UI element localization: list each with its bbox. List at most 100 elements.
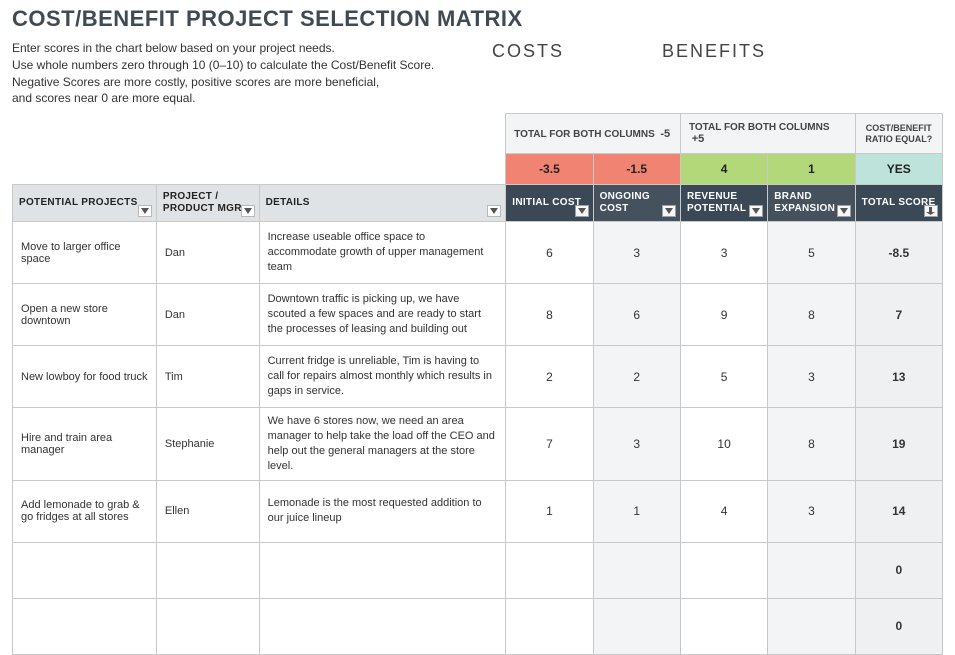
cell-brand-expansion[interactable]: 3 [768,346,855,408]
matrix-table: TOTAL FOR BOTH COLUMNS -5 TOTAL FOR BOTH… [12,113,943,654]
col-header-total-score[interactable]: TOTAL SCORE [855,185,942,222]
cell-details[interactable]: Downtown traffic is picking up, we have … [259,284,506,346]
cell-project[interactable]: Open a new store downtown [13,284,157,346]
costs-total-cell: TOTAL FOR BOTH COLUMNS -5 [506,114,681,154]
cell-brand-expansion[interactable] [768,542,855,598]
cell-details[interactable] [259,598,506,654]
benefits-total-label: TOTAL FOR BOTH COLUMNS [689,122,830,133]
cell-revenue-potential[interactable] [680,598,767,654]
avg-brand-expansion: 1 [768,154,855,185]
section-label-benefits: BENEFITS [662,41,832,62]
cell-ongoing-cost[interactable]: 3 [593,222,680,284]
col-header-project[interactable]: POTENTIAL PROJECTS [13,185,157,222]
col-header-project-label: POTENTIAL PROJECTS [19,197,138,208]
cell-details[interactable]: Lemonade is the most requested addition … [259,480,506,542]
filter-icon[interactable] [749,205,763,217]
cell-project[interactable]: Add lemonade to grab & go fridges at all… [13,480,157,542]
col-header-initial-cost-label: INITIAL COST [512,197,581,208]
cell-initial-cost[interactable]: 6 [506,222,593,284]
instructions-text: Enter scores in the chart below based on… [12,38,492,107]
table-row: Add lemonade to grab & go fridges at all… [13,480,943,542]
cell-details[interactable]: Increase useable office space to accommo… [259,222,506,284]
col-header-details-label: DETAILS [266,197,310,208]
cell-manager[interactable] [156,598,259,654]
benefits-total-value: +5 [692,133,705,145]
cell-project[interactable] [13,598,157,654]
cell-total-score[interactable]: 0 [855,598,942,654]
cell-total-score[interactable]: -8.5 [855,222,942,284]
cell-details[interactable]: Current fridge is unreliable, Tim is hav… [259,346,506,408]
cell-total-score[interactable]: 0 [855,542,942,598]
cell-project[interactable]: Move to larger office space [13,222,157,284]
cell-details[interactable] [259,542,506,598]
table-row: Open a new store downtownDanDowntown tra… [13,284,943,346]
cell-total-score[interactable]: 7 [855,284,942,346]
cell-total-score[interactable]: 13 [855,346,942,408]
col-header-ongoing-cost[interactable]: ONGOING COST [593,185,680,222]
table-row: 0 [13,598,943,654]
filter-icon[interactable] [662,205,676,217]
cell-manager[interactable]: Stephanie [156,408,259,480]
cell-revenue-potential[interactable] [680,542,767,598]
col-header-details[interactable]: DETAILS [259,185,506,222]
cell-ongoing-cost[interactable]: 2 [593,346,680,408]
cell-revenue-potential[interactable]: 3 [680,222,767,284]
cell-brand-expansion[interactable]: 3 [768,480,855,542]
cell-total-score[interactable]: 14 [855,480,942,542]
cell-initial-cost[interactable]: 2 [506,346,593,408]
page-title: COST/BENEFIT PROJECT SELECTION MATRIX [12,6,943,32]
cell-brand-expansion[interactable]: 5 [768,222,855,284]
table-row: 0 [13,542,943,598]
cell-ongoing-cost[interactable] [593,598,680,654]
filter-icon[interactable] [241,205,255,217]
col-header-ongoing-cost-label: ONGOING COST [600,191,650,214]
sort-icon[interactable] [924,205,938,217]
cell-revenue-potential[interactable]: 5 [680,346,767,408]
averages-row: -3.5 -1.5 4 1 YES [13,154,943,185]
cell-revenue-potential[interactable]: 4 [680,480,767,542]
cell-revenue-potential[interactable]: 9 [680,284,767,346]
col-header-initial-cost[interactable]: INITIAL COST [506,185,593,222]
filter-icon[interactable] [138,205,152,217]
cell-initial-cost[interactable] [506,542,593,598]
cell-details[interactable]: We have 6 stores now, we need an area ma… [259,408,506,480]
cell-project[interactable]: Hire and train area manager [13,408,157,480]
totals-bar: TOTAL FOR BOTH COLUMNS -5 TOTAL FOR BOTH… [13,114,943,154]
cell-total-score[interactable]: 19 [855,408,942,480]
filter-icon[interactable] [575,205,589,217]
cell-brand-expansion[interactable]: 8 [768,408,855,480]
cell-ongoing-cost[interactable]: 3 [593,408,680,480]
cell-ongoing-cost[interactable] [593,542,680,598]
cell-manager[interactable] [156,542,259,598]
cell-manager[interactable]: Tim [156,346,259,408]
cell-initial-cost[interactable]: 1 [506,480,593,542]
table-row: Hire and train area managerStephanieWe h… [13,408,943,480]
col-header-manager-label: PROJECT / PRODUCT MGR [163,191,242,214]
cell-brand-expansion[interactable]: 8 [768,284,855,346]
cell-project[interactable]: New lowboy for food truck [13,346,157,408]
cell-ongoing-cost[interactable]: 1 [593,480,680,542]
cell-manager[interactable]: Dan [156,222,259,284]
filter-icon[interactable] [837,205,851,217]
section-label-costs: COSTS [492,41,662,62]
cell-revenue-potential[interactable]: 10 [680,408,767,480]
cell-manager[interactable]: Ellen [156,480,259,542]
cell-initial-cost[interactable]: 7 [506,408,593,480]
cell-project[interactable] [13,542,157,598]
cell-initial-cost[interactable] [506,598,593,654]
table-row: New lowboy for food truckTimCurrent frid… [13,346,943,408]
filter-icon[interactable] [487,205,501,217]
cell-manager[interactable]: Dan [156,284,259,346]
cell-brand-expansion[interactable] [768,598,855,654]
cell-ongoing-cost[interactable]: 6 [593,284,680,346]
benefits-total-cell: TOTAL FOR BOTH COLUMNS +5 [680,114,855,154]
col-header-brand-expansion[interactable]: BRAND EXPANSION [768,185,855,222]
col-header-manager[interactable]: PROJECT / PRODUCT MGR [156,185,259,222]
cell-initial-cost[interactable]: 8 [506,284,593,346]
avg-initial-cost: -3.5 [506,154,593,185]
col-header-revenue-potential-label: REVENUE POTENTIAL [687,191,746,214]
table-row: Move to larger office spaceDanIncrease u… [13,222,943,284]
avg-ongoing-cost: -1.5 [593,154,680,185]
col-header-brand-expansion-label: BRAND EXPANSION [774,191,835,214]
col-header-revenue-potential[interactable]: REVENUE POTENTIAL [680,185,767,222]
